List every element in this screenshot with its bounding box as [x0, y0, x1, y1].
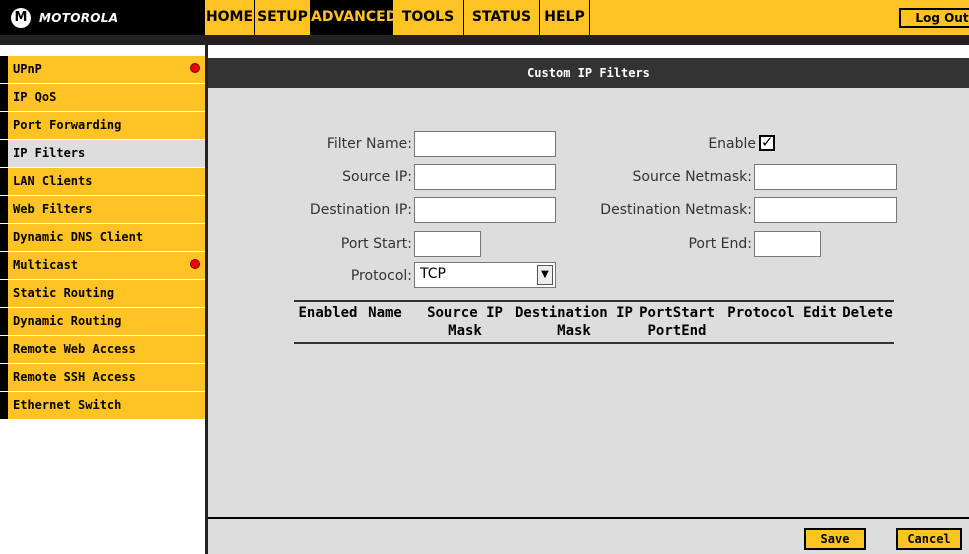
enable-checkbox[interactable]: ✓ [759, 135, 775, 151]
sidebar-item-label: Remote Web Access [13, 342, 136, 356]
sidebar-item-label: Ethernet Switch [13, 398, 122, 412]
col-source-ip-mask: Source IP Mask [427, 305, 503, 339]
destination-ip-label: Destination IP: [309, 202, 412, 218]
nav-status[interactable]: STATUS [464, 0, 540, 35]
sidebar-item-ip-qos[interactable]: IP QoS [0, 84, 205, 111]
sidebar-item-lan-clients[interactable]: LAN Clients [0, 168, 205, 195]
col-delete: Delete [842, 305, 893, 321]
col-portstart-portend: PortStart PortEnd [639, 305, 715, 339]
sidebar-item-label: IP QoS [13, 90, 57, 104]
source-ip-label: Source IP: [342, 169, 412, 185]
nav-home[interactable]: HOME [205, 0, 255, 35]
sidebar-item-label: Static Routing [13, 286, 115, 300]
nav-advanced[interactable]: ADVANCED [311, 0, 397, 35]
top-nav: HOME SETUP ADVANCED TOOLS STATUS HELP Lo… [205, 0, 969, 35]
protocol-selected-value: TCP [420, 266, 446, 282]
protocol-label: Protocol: [350, 268, 412, 284]
sidebar: UPnP IP QoS Port Forwarding IP Filters L… [0, 56, 205, 420]
save-button[interactable]: Save [804, 528, 866, 550]
sidebar-item-label: UPnP [13, 62, 42, 76]
chevron-down-icon[interactable]: ▼ [537, 265, 553, 285]
content-gap [208, 45, 969, 56]
motorola-m-icon: M [11, 7, 31, 28]
sidebar-item-label: Remote SSH Access [13, 370, 136, 384]
destination-netmask-input[interactable] [754, 197, 897, 223]
alert-icon [190, 63, 200, 73]
col-edit: Edit [803, 305, 837, 321]
table-top-border [294, 300, 894, 302]
sidebar-item-ip-filters[interactable]: IP Filters [0, 140, 205, 167]
destination-ip-input[interactable] [414, 197, 556, 223]
port-end-label: Port End: [688, 236, 752, 252]
logout-button[interactable]: Log Out [899, 8, 969, 28]
alert-icon [190, 259, 200, 269]
brand-name: MOTOROLA [39, 10, 119, 25]
page-title: Custom IP Filters [208, 58, 969, 88]
destination-netmask-label: Destination Netmask: [600, 202, 752, 218]
sidebar-item-upnp[interactable]: UPnP [0, 56, 205, 83]
source-ip-input[interactable] [414, 164, 556, 190]
sidebar-item-dynamic-routing[interactable]: Dynamic Routing [0, 308, 205, 335]
cancel-button[interactable]: Cancel [896, 528, 962, 550]
port-start-label: Port Start: [340, 236, 412, 252]
port-end-input[interactable] [754, 231, 821, 257]
nav-help[interactable]: HELP [540, 0, 590, 35]
sidebar-item-remote-web-access[interactable]: Remote Web Access [0, 336, 205, 363]
motorola-logo: M MOTOROLA [0, 0, 205, 35]
sidebar-item-web-filters[interactable]: Web Filters [0, 196, 205, 223]
sidebar-item-remote-ssh-access[interactable]: Remote SSH Access [0, 364, 205, 391]
table-bottom-border [294, 342, 894, 344]
sidebar-item-label: LAN Clients [13, 174, 93, 188]
filter-name-label: Filter Name: [326, 136, 412, 152]
sidebar-item-label: Dynamic DNS Client [13, 230, 144, 244]
sidebar-item-label: Dynamic Routing [13, 314, 122, 328]
sidebar-item-static-routing[interactable]: Static Routing [0, 280, 205, 307]
port-start-input[interactable] [414, 231, 481, 257]
col-protocol: Protocol [727, 305, 795, 321]
sidebar-item-label: Web Filters [13, 202, 93, 216]
sidebar-item-ethernet-switch[interactable]: Ethernet Switch [0, 392, 205, 419]
filter-name-input[interactable] [414, 131, 556, 157]
nav-setup[interactable]: SETUP [255, 0, 311, 35]
col-enabled: Enabled [298, 305, 358, 321]
col-destination-ip-mask: Destination IP Mask [514, 305, 633, 339]
sidebar-item-label: IP Filters [13, 146, 86, 160]
sidebar-item-port-forwarding[interactable]: Port Forwarding [0, 112, 205, 139]
enable-label: Enable [708, 136, 756, 152]
protocol-select[interactable]: TCP ▼ [414, 262, 556, 288]
sidebar-gap [0, 45, 205, 56]
filter-form-panel: Filter Name: Enable ✓ Source IP: Source … [208, 88, 969, 518]
sidebar-item-multicast[interactable]: Multicast [0, 252, 205, 279]
source-netmask-input[interactable] [754, 164, 897, 190]
col-name: Name [368, 305, 402, 321]
source-netmask-label: Source Netmask: [632, 169, 752, 185]
sidebar-item-label: Port Forwarding [13, 118, 122, 132]
nav-tools[interactable]: TOOLS [393, 0, 464, 35]
sidebar-item-label: Multicast [13, 258, 79, 272]
footer-bar: Save Cancel [208, 519, 969, 554]
sidebar-item-dynamic-dns-client[interactable]: Dynamic DNS Client [0, 224, 205, 251]
